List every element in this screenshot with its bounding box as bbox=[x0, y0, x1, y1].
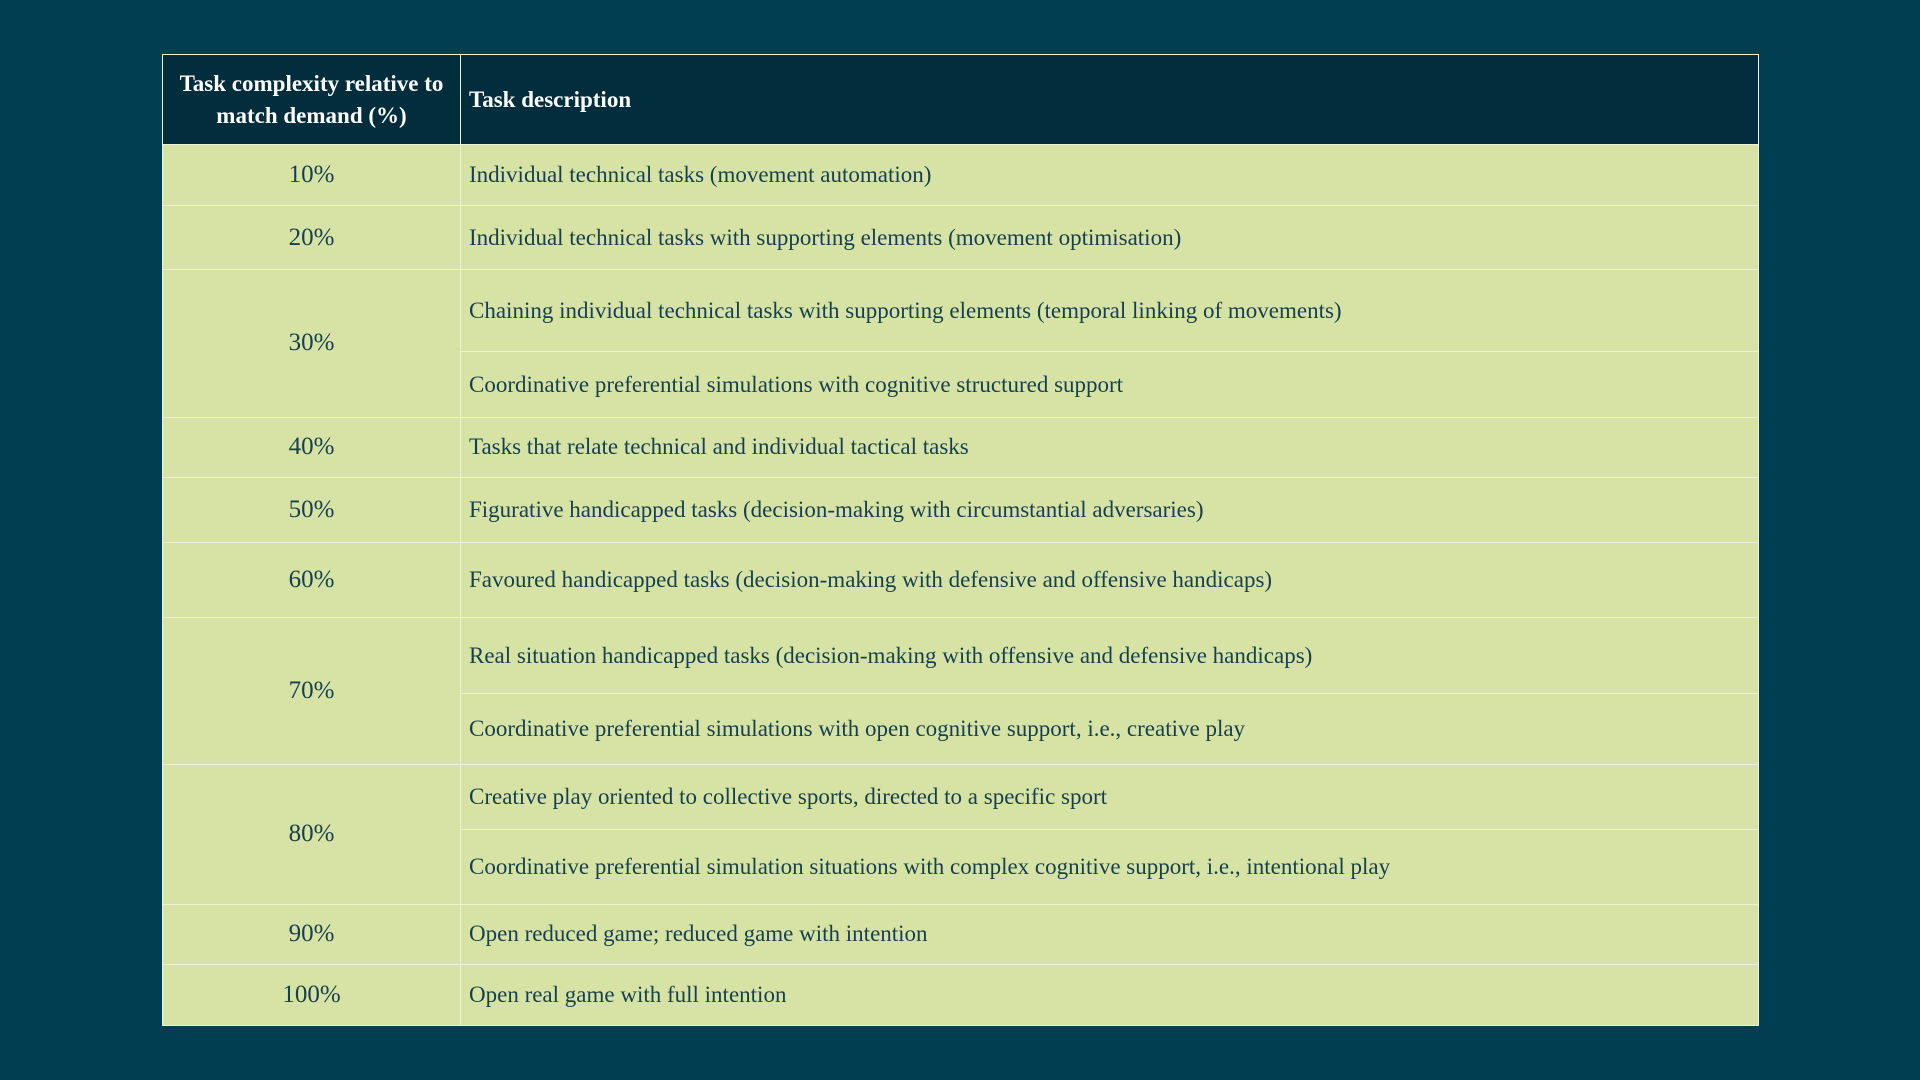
complexity-cell: 90% bbox=[162, 903, 461, 965]
description-cell: Coordinative preferential simulations wi… bbox=[460, 693, 1759, 766]
header-complexity: Task complexity relative to match demand… bbox=[162, 54, 461, 145]
description-cell: Creative play oriented to collective spo… bbox=[460, 764, 1759, 831]
table-row: 50% Figurative handicapped tasks (decisi… bbox=[162, 476, 1759, 543]
complexity-cell: 10% bbox=[162, 143, 461, 207]
complexity-cell: 40% bbox=[162, 416, 461, 478]
table-header-row: Task complexity relative to match demand… bbox=[162, 54, 1759, 145]
complexity-cell: 80% bbox=[162, 764, 461, 905]
description-cell: Coordinative preferential simulation sit… bbox=[460, 829, 1759, 905]
description-cell: Coordinative preferential simulations wi… bbox=[460, 351, 1759, 418]
complexity-cell: 70% bbox=[162, 616, 461, 766]
table-row: 80% Creative play oriented to collective… bbox=[162, 764, 1759, 905]
description-cell: Favoured handicapped tasks (decision-mak… bbox=[460, 541, 1759, 619]
complexity-cell: 50% bbox=[162, 476, 461, 543]
description-cell: Individual technical tasks with supporti… bbox=[460, 205, 1759, 271]
complexity-cell: 60% bbox=[162, 541, 461, 619]
description-cell: Open reduced game; reduced game with int… bbox=[460, 903, 1759, 965]
slide: Task complexity relative to match demand… bbox=[0, 0, 1920, 1080]
table-row: 70% Real situation handicapped tasks (de… bbox=[162, 616, 1759, 766]
description-cell: Open real game with full intention bbox=[460, 963, 1759, 1027]
description-cell: Figurative handicapped tasks (decision-m… bbox=[460, 476, 1759, 543]
table-row: 20% Individual technical tasks with supp… bbox=[162, 205, 1759, 271]
table-row: 30% Chaining individual technical tasks … bbox=[162, 269, 1759, 418]
header-description: Task description bbox=[460, 54, 1759, 145]
complexity-cell: 30% bbox=[162, 269, 461, 418]
complexity-cell: 20% bbox=[162, 205, 461, 271]
table-row: 100% Open real game with full intention bbox=[162, 963, 1759, 1027]
task-complexity-table: Task complexity relative to match demand… bbox=[162, 54, 1759, 1027]
description-cell: Individual technical tasks (movement aut… bbox=[460, 143, 1759, 207]
complexity-cell: 100% bbox=[162, 963, 461, 1027]
description-cell: Real situation handicapped tasks (decisi… bbox=[460, 616, 1759, 695]
description-cell: Chaining individual technical tasks with… bbox=[460, 269, 1759, 353]
table-container: Task complexity relative to match demand… bbox=[162, 54, 1759, 1027]
description-cell: Tasks that relate technical and individu… bbox=[460, 416, 1759, 478]
table-row: 40% Tasks that relate technical and indi… bbox=[162, 416, 1759, 478]
table-row: 90% Open reduced game; reduced game with… bbox=[162, 903, 1759, 965]
table-row: 10% Individual technical tasks (movement… bbox=[162, 143, 1759, 207]
table-row: 60% Favoured handicapped tasks (decision… bbox=[162, 541, 1759, 619]
